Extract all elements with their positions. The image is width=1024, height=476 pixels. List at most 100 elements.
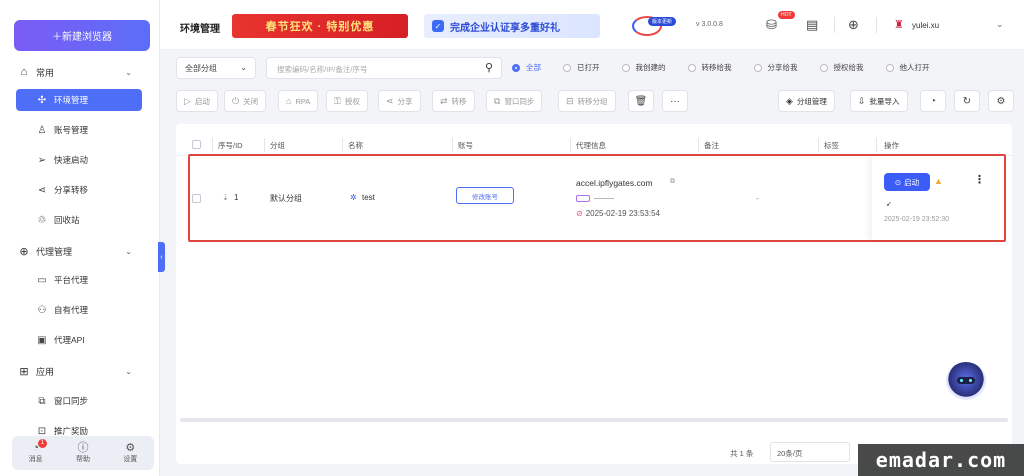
- transfer-group-button[interactable]: ⊟ 转移分组: [558, 90, 616, 112]
- username[interactable]: yulei.xu: [912, 21, 939, 30]
- assistant-robot-icon[interactable]: [946, 362, 986, 400]
- pie-icon: ◔: [929, 95, 937, 107]
- version-update-badge: 版本更新: [648, 17, 677, 26]
- database-icon[interactable]: ⛁: [766, 17, 777, 33]
- search-icon[interactable]: ⚲: [485, 61, 493, 74]
- radio-created-by-me[interactable]: 我创建的: [621, 62, 666, 73]
- sidebar-item-label: 窗口同步: [54, 396, 89, 406]
- footer-label: 消息: [28, 456, 43, 463]
- globe-icon: ⊕: [19, 245, 29, 258]
- batch-import-button[interactable]: ⇩ 批量导入: [850, 90, 908, 112]
- radio-shared-with-me[interactable]: 分享给我: [753, 62, 798, 73]
- sidebar-item-label: 平台代理: [54, 275, 89, 285]
- pin-icon[interactable]: ⇣: [222, 193, 229, 202]
- messages-button[interactable]: ◔ 1 消息: [28, 439, 47, 464]
- language-globe-icon[interactable]: ⊕: [848, 17, 859, 33]
- search-placeholder: 搜索编码/名称/IP/备注/序号: [277, 65, 368, 74]
- sidebar-item-label: 分享转移: [54, 185, 89, 195]
- transfer-icon: ⇄: [440, 95, 448, 106]
- more-button[interactable]: ···: [662, 90, 688, 112]
- close-button[interactable]: ⏻ 关闭: [224, 90, 267, 112]
- environment-icon: ✣: [37, 94, 47, 106]
- monitor-icon: ▭: [37, 274, 47, 286]
- col-index[interactable]: 序号/ID: [218, 140, 243, 151]
- more-vertical-icon[interactable]: ⋮: [974, 173, 985, 186]
- sidebar-footer: ◔ 1 消息 ⓘ 帮助 ⚙ 设置: [12, 436, 154, 470]
- sidebar-item-environment[interactable]: ✣ 环境管理: [16, 89, 142, 111]
- sidebar-collapse-handle[interactable]: ‹: [158, 242, 165, 272]
- row-checkbox[interactable]: [192, 194, 201, 203]
- chevron-down-icon[interactable]: ⌄: [996, 19, 1004, 30]
- nav-group-proxy[interactable]: ⊕ 代理管理 ⌄: [0, 240, 160, 262]
- recycle-icon: ♲: [37, 214, 47, 226]
- copy-icon[interactable]: ⧉: [670, 178, 675, 186]
- row-name[interactable]: test: [362, 193, 375, 202]
- folder-icon: ⊟: [566, 95, 574, 106]
- horizontal-scrollbar[interactable]: [180, 418, 1008, 422]
- transfer-button[interactable]: ⇄ 转移: [432, 90, 475, 112]
- hot-badge: HOT: [778, 11, 795, 19]
- select-all-checkbox[interactable]: [192, 140, 201, 149]
- column-settings-button[interactable]: ◔: [920, 90, 946, 112]
- row-index: 1: [234, 193, 239, 202]
- share-button[interactable]: ⋖ 分享: [378, 90, 421, 112]
- chevron-down-icon: ⌄: [125, 246, 132, 256]
- filter-radio-group: 全部 已打开 我创建的 转移给我 分享给我 授权给我 他人打开: [512, 62, 952, 73]
- sidebar-item-platform-proxy[interactable]: ▭ 平台代理: [16, 269, 142, 291]
- search-input[interactable]: 搜索编码/名称/IP/备注/序号 ⚲: [266, 57, 502, 79]
- authorize-button[interactable]: ⚿ 授权: [326, 90, 368, 112]
- shield-icon: ✓: [432, 20, 444, 32]
- verify-banner[interactable]: ✓ 完成企业认证享多重好礼: [424, 14, 600, 38]
- sidebar-item-recycle-bin[interactable]: ♲ 回收站: [16, 209, 142, 231]
- group-manage-button[interactable]: ◈ 分组管理: [778, 90, 835, 112]
- proxy-host: accel.ipflygates.com: [576, 178, 653, 188]
- rpa-button[interactable]: ⌂ RPA: [278, 90, 319, 112]
- warning-icon[interactable]: ▲: [934, 176, 943, 186]
- delete-button[interactable]: 🗑: [628, 90, 654, 112]
- avatar[interactable]: ♜: [894, 18, 906, 32]
- row-start-button[interactable]: ⊙ 启动: [884, 173, 930, 191]
- col-remark: 备注: [704, 141, 719, 150]
- settings-button[interactable]: ⚙ 设置: [123, 442, 137, 464]
- document-icon[interactable]: ▤: [806, 17, 818, 33]
- total-count: 共 1 条: [730, 449, 754, 458]
- window-sync-button[interactable]: ⧉ 窗口同步: [486, 90, 543, 112]
- radio-all[interactable]: 全部: [512, 62, 541, 73]
- start-button[interactable]: ▷ 启动: [176, 90, 218, 112]
- settings-button[interactable]: ⚙: [988, 90, 1014, 112]
- col-account: 账号: [458, 141, 473, 150]
- promo-banner[interactable]: 春节狂欢 · 特别优惠: [232, 14, 408, 38]
- gift-icon: ⊡: [37, 425, 47, 437]
- sidebar-item-quick-start[interactable]: ➢ 快速启动: [16, 149, 142, 171]
- sidebar-item-window-sync[interactable]: ⧉ 窗口同步: [16, 390, 142, 412]
- trash-icon: 🗑: [634, 95, 648, 107]
- radio-transferred-to-me[interactable]: 转移给我: [687, 62, 732, 73]
- help-icon: ⓘ: [77, 442, 89, 454]
- nav-group-apps[interactable]: ⊞ 应用 ⌄: [0, 360, 160, 382]
- col-actions: 操作: [884, 141, 899, 150]
- sidebar-item-share[interactable]: ⋖ 分享转移: [16, 179, 142, 201]
- edit-account-button[interactable]: 修改账号: [456, 187, 514, 204]
- col-tags: 标签: [824, 141, 839, 150]
- version-text: v 3.0.0.8: [696, 21, 723, 28]
- sidebar-item-proxy-api[interactable]: ▣ 代理API: [16, 329, 142, 351]
- sync-icon: ⧉: [494, 95, 501, 106]
- col-name[interactable]: 名称: [348, 140, 363, 151]
- user-icon: ♙: [37, 124, 47, 136]
- group-select[interactable]: 全部分组 ⌄: [176, 57, 256, 79]
- page-size-select[interactable]: 20条/页: [770, 442, 850, 462]
- refresh-button[interactable]: ↻: [954, 90, 980, 112]
- row-remark[interactable]: -: [756, 194, 759, 203]
- footer-label: 帮助: [75, 456, 90, 463]
- sidebar-item-own-proxy[interactable]: ⚇ 自有代理: [16, 299, 142, 321]
- radio-authorized-to-me[interactable]: 授权给我: [819, 62, 864, 73]
- col-group[interactable]: 分组: [270, 140, 285, 151]
- environment-table: 序号/ID 分组 名称 账号 代理信息 备注 标签 操作 ⇣ 1 默认分组 ✲ …: [176, 124, 1012, 464]
- help-button[interactable]: ⓘ 帮助: [76, 442, 90, 464]
- sidebar-item-accounts[interactable]: ♙ 账号管理: [16, 119, 142, 141]
- radio-opened-by-others[interactable]: 他人打开: [885, 62, 930, 73]
- nav-group-common[interactable]: ⌂ 常用 ⌄: [0, 61, 160, 83]
- col-proxy: 代理信息: [576, 141, 606, 150]
- radio-opened[interactable]: 已打开: [563, 62, 600, 73]
- new-browser-button[interactable]: ＋新建浏览器: [14, 20, 150, 51]
